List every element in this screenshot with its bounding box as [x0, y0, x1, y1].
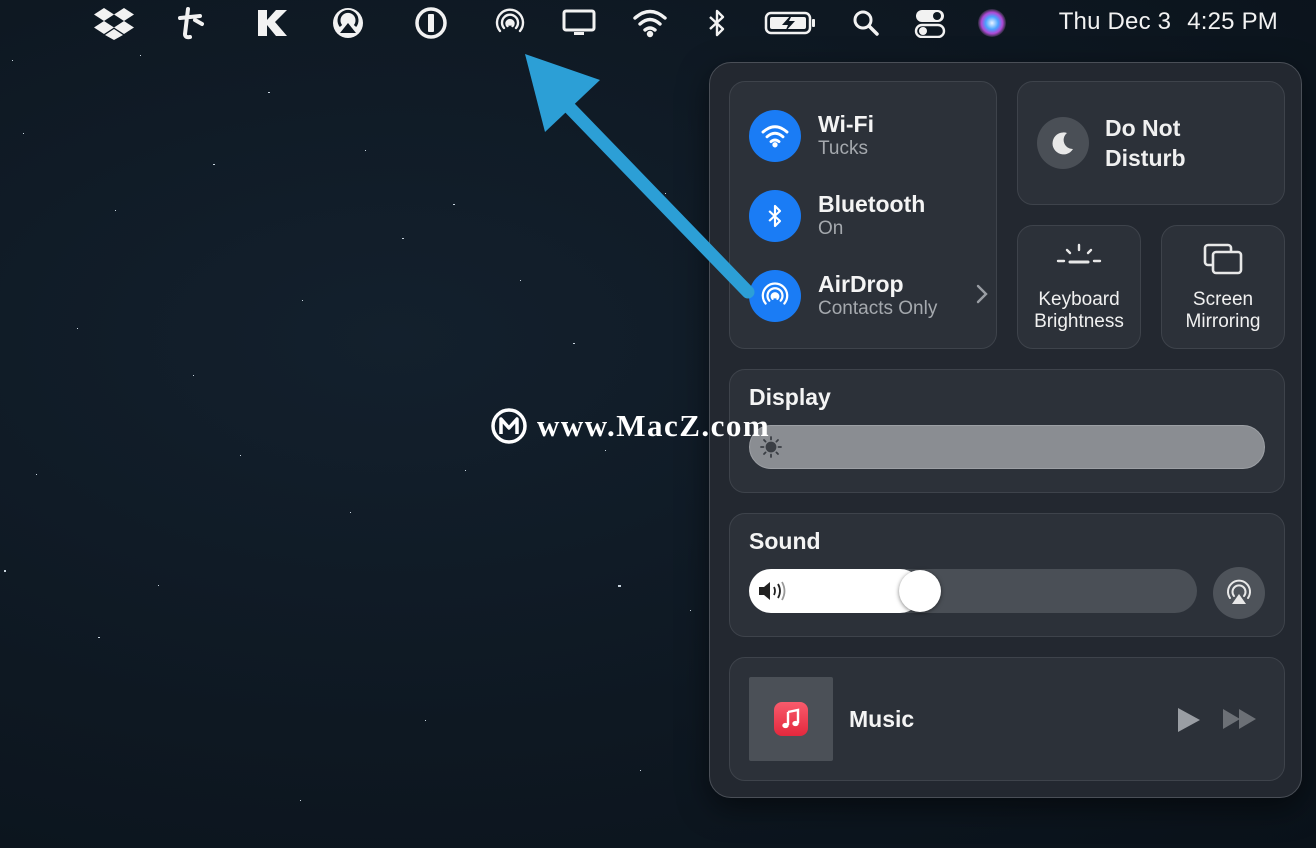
menu-bar-time: 4:25 PM: [1187, 8, 1278, 35]
keyboard-brightness-label-line1: Keyboard: [1038, 289, 1120, 310]
play-icon[interactable]: [1176, 706, 1202, 734]
search-icon[interactable]: [852, 6, 880, 40]
control-center-panel: Wi-Fi Tucks Bluetooth On AirDrop Contact…: [709, 62, 1302, 798]
airdrop-toggle[interactable]: [749, 270, 801, 322]
airplay-audio-icon: [1227, 579, 1251, 604]
audio-output-airplay-button[interactable]: [1213, 567, 1265, 619]
keyboard-brightness-tile[interactable]: Keyboard Brightness: [1017, 225, 1141, 349]
menu-bar-date: Thu Dec 3: [1058, 8, 1172, 35]
bluetooth-toggle[interactable]: [749, 190, 801, 242]
airdrop-row[interactable]: AirDrop Contacts Only: [749, 269, 989, 323]
wifi-row[interactable]: Wi-Fi Tucks: [749, 109, 989, 163]
keyboard-brightness-icon: [1056, 243, 1102, 264]
bluetooth-status: On: [818, 218, 844, 239]
screen-mirroring-tile[interactable]: Screen Mirroring: [1161, 225, 1285, 349]
wifi-title: Wi-Fi: [818, 111, 874, 137]
chevron-right-icon[interactable]: [975, 283, 989, 305]
wifi-icon[interactable]: [632, 6, 668, 40]
bluetooth-row[interactable]: Bluetooth On: [749, 189, 989, 243]
screen-mirroring-label-line1: Screen: [1192, 289, 1254, 310]
airplay-menu-icon[interactable]: [331, 6, 365, 40]
display-tile: Display: [729, 369, 1285, 493]
dnd-label-line1: Do Not: [1105, 115, 1181, 141]
one-password-icon[interactable]: [414, 6, 448, 40]
airdrop-icon: [761, 282, 789, 305]
keyboard-brightness-label-line2: Brightness: [1034, 311, 1124, 332]
volume-slider-knob[interactable]: [899, 570, 941, 612]
fast-forward-icon[interactable]: [1222, 708, 1258, 730]
menu-bar-clock[interactable]: Thu Dec 3 4:25 PM: [1059, 8, 1278, 36]
bluetooth-icon: [768, 204, 782, 228]
screen-mirroring-icon: [1203, 243, 1243, 275]
now-playing-tile[interactable]: Music: [729, 657, 1285, 781]
k-app-icon[interactable]: [256, 6, 288, 40]
watermark: www.MacZ.com: [489, 406, 770, 446]
airdrop-menu-icon[interactable]: [494, 6, 526, 40]
do-not-disturb-tile[interactable]: Do Not Disturb: [1017, 81, 1285, 205]
wifi-network-name: Tucks: [818, 138, 868, 159]
airdrop-title: AirDrop: [818, 271, 904, 297]
macz-logo-icon: [491, 408, 527, 444]
sound-tile: Sound: [729, 513, 1285, 637]
album-artwork: [749, 677, 833, 761]
volume-slider[interactable]: [749, 569, 1197, 613]
menu-bar: Thu Dec 3 4:25 PM: [0, 0, 1316, 46]
moon-icon: [1037, 117, 1089, 169]
wifi-icon: [761, 125, 789, 148]
sound-title: Sound: [749, 528, 821, 554]
display-brightness-slider[interactable]: [749, 425, 1265, 469]
bluetooth-title: Bluetooth: [818, 191, 926, 217]
t-app-icon[interactable]: [176, 6, 206, 40]
battery-icon[interactable]: [764, 6, 818, 40]
airdrop-status: Contacts Only: [818, 298, 938, 319]
dnd-label-line2: Disturb: [1105, 145, 1186, 171]
wifi-toggle[interactable]: [749, 110, 801, 162]
now-playing-title: Music: [849, 706, 915, 732]
dropbox-icon[interactable]: [94, 6, 134, 40]
watermark-text: www.MacZ.com: [537, 408, 771, 443]
music-app-icon: [774, 702, 808, 736]
speaker-icon: [759, 581, 786, 601]
siri-icon[interactable]: [976, 6, 1008, 40]
network-tile: Wi-Fi Tucks Bluetooth On AirDrop Contact…: [729, 81, 997, 349]
control-center-icon[interactable]: [914, 6, 946, 40]
bluetooth-icon[interactable]: [705, 6, 729, 40]
display-icon[interactable]: [562, 6, 596, 40]
screen-mirroring-label-line2: Mirroring: [1185, 311, 1261, 332]
